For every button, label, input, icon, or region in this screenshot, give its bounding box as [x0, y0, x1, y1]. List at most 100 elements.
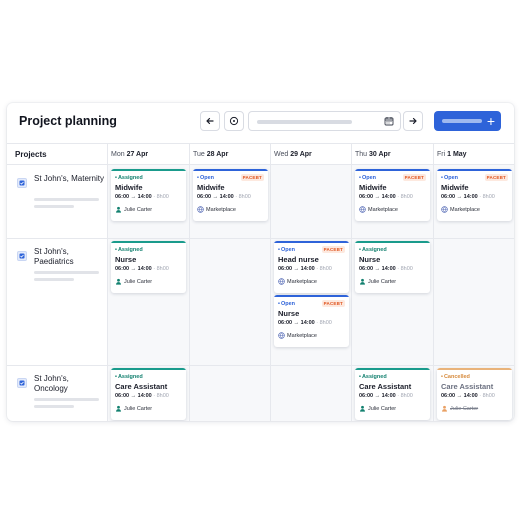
shift-assignee: Julie Carter — [124, 279, 153, 285]
shift-duration: 8h00 — [400, 266, 413, 272]
previous-week-button[interactable] — [200, 111, 220, 131]
accent-badge: PACEBT — [321, 246, 345, 253]
page-title: Project planning — [19, 114, 117, 128]
grid-divider — [107, 143, 108, 421]
shift-card[interactable]: Cancelled Care Assistant 06:00 → 14:00 · 8… — [437, 368, 512, 420]
shift-end: 14:00 — [219, 194, 234, 200]
shift-start: 06:00 — [115, 393, 130, 399]
empty-slot[interactable] — [270, 365, 351, 421]
globe-icon — [359, 206, 366, 213]
shift-role: Nurse — [115, 255, 137, 264]
project-row-paediatrics[interactable]: St John's, Paediatrics — [7, 238, 107, 365]
project-checkbox[interactable] — [17, 378, 27, 388]
empty-slot[interactable] — [433, 238, 514, 365]
shift-card[interactable]: Assigned Care Assistant 06:00 → 14:00 · 8h… — [355, 368, 430, 420]
day-header-thu[interactable]: Thu 30 Apr — [351, 144, 391, 165]
date-placeholder — [257, 120, 352, 124]
shift-card[interactable]: Assigned Nurse 06:00 → 14:00 · 8h00 Julie C… — [111, 241, 186, 293]
globe-icon — [441, 206, 448, 213]
shift-duration: 8h00 — [400, 393, 413, 399]
calendar-icon[interactable] — [384, 116, 394, 126]
shift-duration: 8h00 — [482, 393, 495, 399]
checkbox-icon — [19, 180, 25, 186]
shift-status: Cancelled — [441, 374, 470, 380]
toolbar: Project planning + — [7, 103, 514, 143]
shift-status: Open — [278, 247, 295, 253]
day-header-wed[interactable]: Wed 29 Apr — [270, 144, 312, 165]
project-row-maternity[interactable]: St John's, Maternity — [7, 165, 107, 238]
shift-end: 14:00 — [137, 194, 152, 200]
accent-badge: PACEBT — [240, 174, 264, 181]
shift-card[interactable]: Assigned Nurse 06:00 → 14:00 · 8h00 Julie C… — [355, 241, 430, 293]
project-checkbox[interactable] — [17, 251, 27, 261]
day-date: 30 Apr — [369, 151, 391, 158]
shift-status: Open — [359, 175, 376, 181]
shift-duration: 8h00 — [319, 320, 332, 326]
shift-card[interactable]: Open PACEBT Midwife 06:00 → 14:00 · 8h00 Mar… — [355, 169, 430, 221]
shift-end: 14:00 — [381, 393, 396, 399]
shift-duration: 8h00 — [156, 393, 169, 399]
shift-time: 06:00 → 14:00 · 8h00 — [115, 266, 169, 272]
status-strip — [355, 241, 430, 243]
globe-icon — [197, 206, 204, 213]
grid-divider — [189, 143, 190, 421]
project-planning-panel: Project planning + Projects Mon 27 Apr T… — [7, 103, 514, 421]
shift-time: 06:00 → 14:00 · 8h00 — [359, 266, 413, 272]
date-range-input[interactable] — [248, 111, 401, 131]
shift-end: 14:00 — [463, 393, 478, 399]
projects-column-header: Projects — [15, 150, 47, 159]
shift-duration: 8h00 — [156, 194, 169, 200]
shift-role: Care Assistant — [115, 382, 168, 391]
shift-assignee: Julie Carter — [368, 279, 397, 285]
shift-card[interactable]: Open PACEBT Nurse 06:00 → 14:00 · 8h00 Marke… — [274, 295, 349, 347]
shift-time: 06:00 → 14:00 · 8h00 — [115, 194, 169, 200]
today-button[interactable] — [224, 111, 244, 131]
project-checkbox[interactable] — [17, 178, 27, 188]
empty-slot[interactable] — [270, 165, 351, 238]
empty-slot[interactable] — [189, 365, 270, 421]
accent-badge: PACEBT — [321, 300, 345, 307]
project-row-oncology[interactable]: St John's, Oncology — [7, 365, 107, 421]
status-strip — [111, 241, 186, 243]
shift-time: 06:00 → 14:00 · 8h00 — [278, 320, 332, 326]
add-shift-button[interactable]: + — [434, 111, 501, 131]
status-strip — [111, 169, 186, 171]
shift-card[interactable]: Open PACEBTHead nurse 06:00 → 14:00 · 8h00… — [274, 241, 349, 293]
shift-role: Head nurse — [278, 255, 319, 264]
shift-assignee: Marketplace — [206, 207, 236, 213]
shift-duration: 8h00 — [319, 266, 332, 272]
shift-start: 06:00 — [278, 320, 293, 326]
shift-time: 06:00 → 14:00 · 8h00 — [441, 194, 495, 200]
checkbox-icon — [19, 253, 25, 259]
project-name: St John's, Paediatrics — [34, 247, 74, 266]
day-name: Fri — [437, 151, 446, 158]
project-detail-placeholder — [34, 205, 74, 208]
empty-slot[interactable] — [189, 238, 270, 365]
day-header-mon[interactable]: Mon 27 Apr — [107, 144, 148, 165]
shift-card[interactable]: Open PACEBT Midwife 06:00 → 14:00 · 8h00 Mar… — [193, 169, 268, 221]
shift-role: Midwife — [441, 183, 469, 192]
shift-status: Assigned — [115, 175, 143, 181]
shift-status: Open — [278, 301, 295, 307]
status-strip — [355, 368, 430, 370]
shift-end: 14:00 — [137, 393, 152, 399]
day-header-fri[interactable]: Fri 1 May — [433, 144, 467, 165]
day-header-tue[interactable]: Tue 28 Apr — [189, 144, 228, 165]
accent-badge: PACEBT — [484, 174, 508, 181]
project-name: St John's, Oncology — [34, 374, 69, 393]
shift-end: 14:00 — [381, 194, 396, 200]
shift-start: 06:00 — [115, 266, 130, 272]
grid-divider — [433, 143, 434, 421]
shift-time: 06:00 → 14:00 · 8h00 — [278, 266, 332, 272]
shift-card[interactable]: Assigned Midwife 06:00 → 14:00 · 8h00 Julie… — [111, 169, 186, 221]
shift-end: 14:00 — [300, 266, 315, 272]
shift-card[interactable]: Open PACEBT Midwife 06:00 → 14:00 · 8h00 Mar… — [437, 169, 512, 221]
shift-start: 06:00 — [115, 194, 130, 200]
project-detail-placeholder — [34, 198, 99, 201]
shift-assignee: Marketplace — [287, 279, 317, 285]
shift-status: Assigned — [115, 374, 143, 380]
next-week-button[interactable] — [403, 111, 423, 131]
shift-role: Midwife — [197, 183, 225, 192]
shift-card[interactable]: Assigned Care Assistant 06:00 → 14:00 · 8h… — [111, 368, 186, 420]
person-icon — [360, 405, 365, 412]
